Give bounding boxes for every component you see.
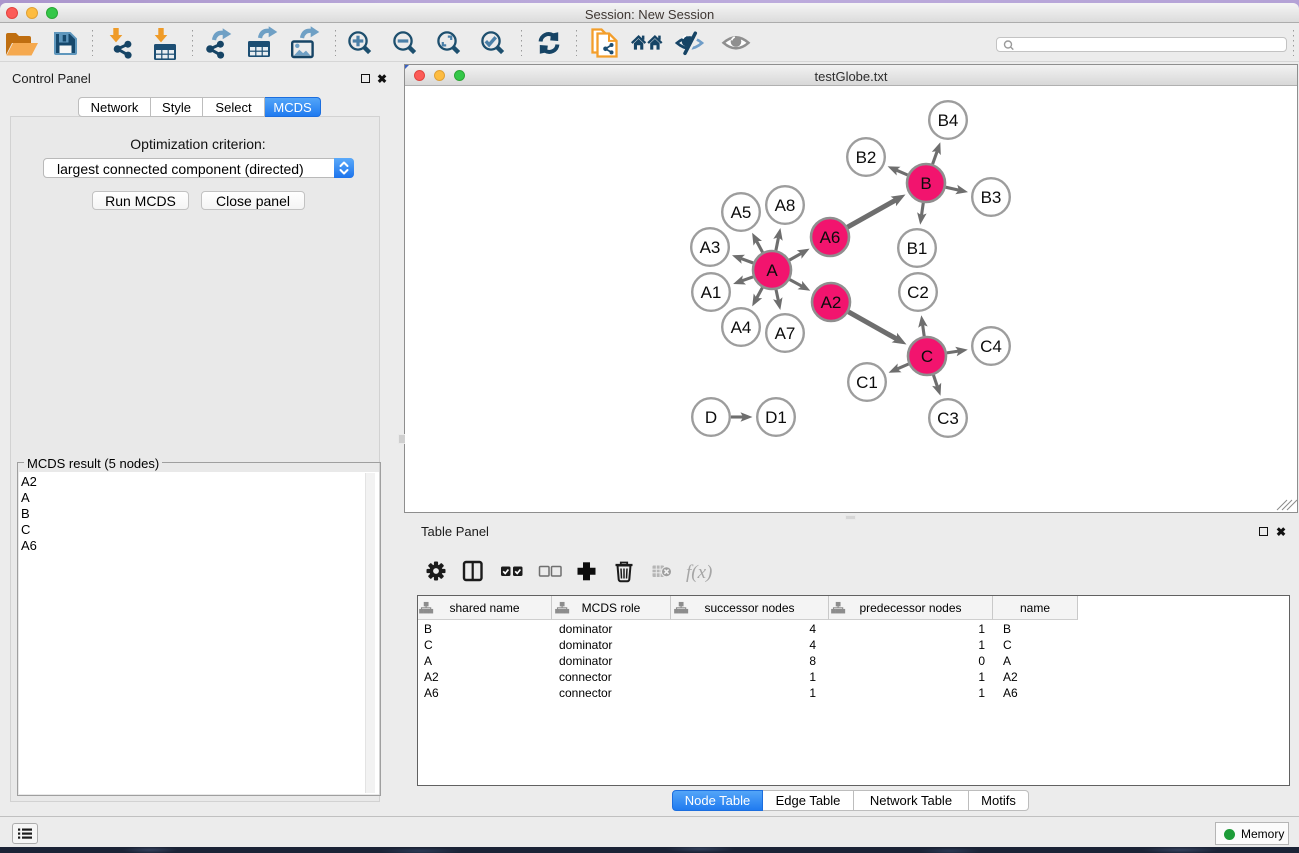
svg-text:B: B	[920, 174, 931, 193]
svg-text:B4: B4	[938, 111, 959, 130]
svg-text:A8: A8	[775, 196, 796, 215]
svg-text:B1: B1	[907, 239, 928, 258]
svg-text:A1: A1	[701, 283, 722, 302]
svg-text:A4: A4	[731, 318, 752, 337]
svg-text:C3: C3	[937, 409, 959, 428]
svg-text:A7: A7	[775, 324, 796, 343]
svg-text:A2: A2	[821, 293, 842, 312]
svg-text:A: A	[766, 261, 778, 280]
svg-text:C1: C1	[856, 373, 878, 392]
svg-text:B2: B2	[856, 148, 877, 167]
svg-text:C: C	[921, 347, 933, 366]
svg-text:C4: C4	[980, 337, 1002, 356]
svg-text:C2: C2	[907, 283, 929, 302]
svg-text:D: D	[705, 408, 717, 427]
svg-text:B3: B3	[981, 188, 1002, 207]
svg-text:A3: A3	[700, 238, 721, 257]
svg-text:D1: D1	[765, 408, 787, 427]
svg-text:A5: A5	[731, 203, 752, 222]
svg-text:f(x): f(x)	[686, 562, 712, 583]
svg-text:A6: A6	[820, 228, 841, 247]
